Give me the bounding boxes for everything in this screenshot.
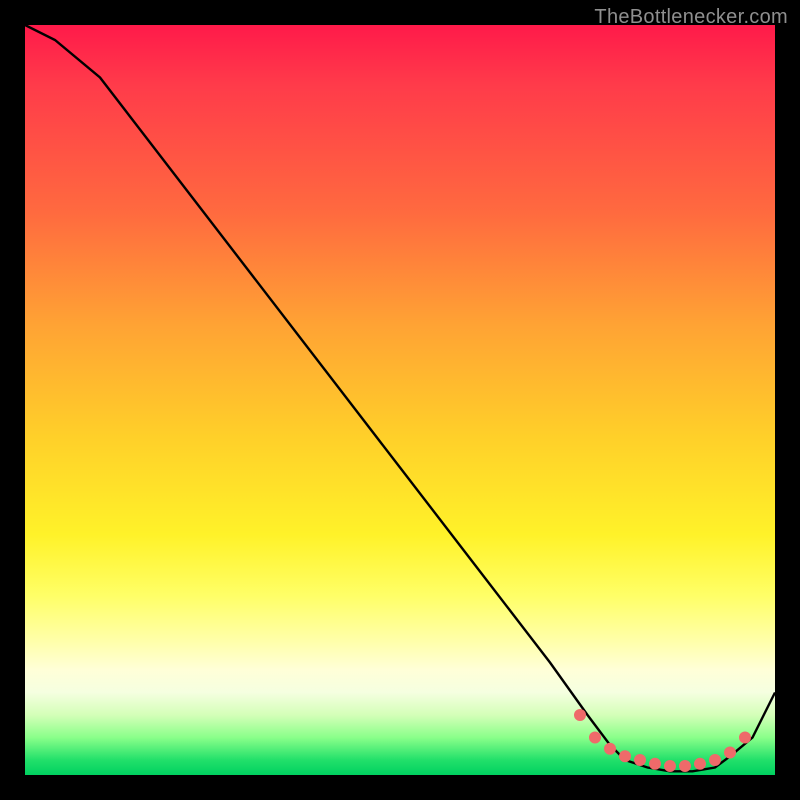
marker-dot: [574, 709, 586, 721]
marker-dot: [724, 747, 736, 759]
marker-dot: [664, 760, 676, 772]
marker-dot: [709, 754, 721, 766]
marker-dot: [604, 743, 616, 755]
plot-area: [25, 25, 775, 775]
marker-dot: [589, 732, 601, 744]
marker-dot: [634, 754, 646, 766]
marker-dot: [619, 750, 631, 762]
marker-dot: [694, 758, 706, 770]
marker-dots: [574, 709, 751, 772]
marker-dot: [649, 758, 661, 770]
curve-layer: [25, 25, 775, 775]
main-curve: [25, 25, 775, 771]
chart-stage: TheBottlenecker.com: [0, 0, 800, 800]
marker-dot: [679, 760, 691, 772]
marker-dot: [739, 732, 751, 744]
